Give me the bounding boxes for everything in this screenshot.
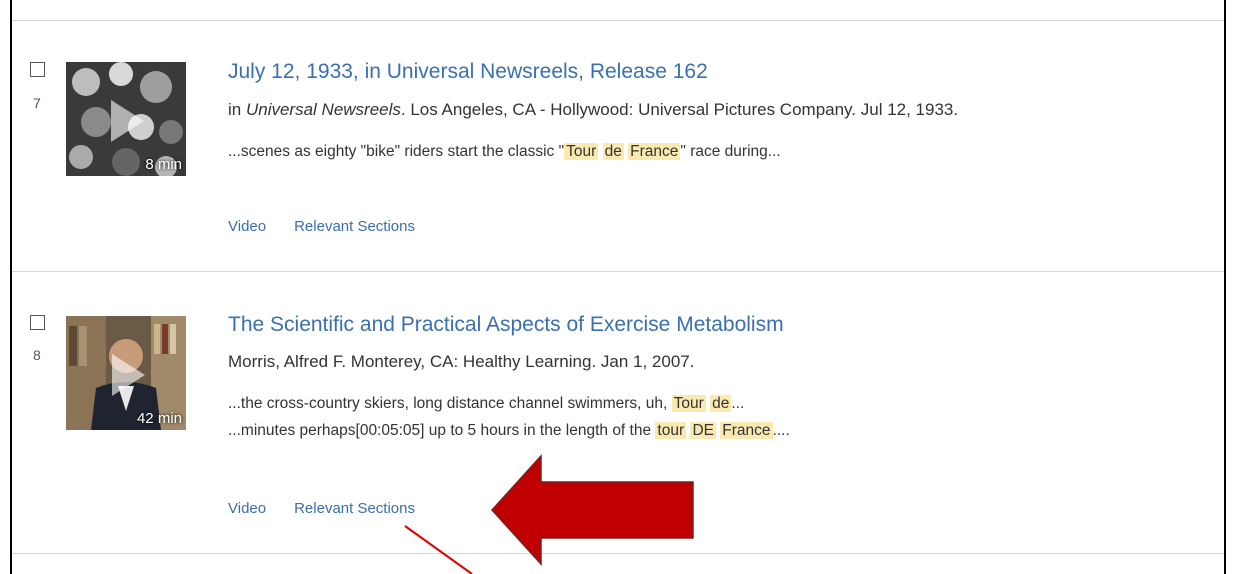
annotation-overlay: [404, 454, 694, 574]
pointer-line: [404, 525, 473, 574]
red-arrow-icon: [490, 454, 694, 566]
